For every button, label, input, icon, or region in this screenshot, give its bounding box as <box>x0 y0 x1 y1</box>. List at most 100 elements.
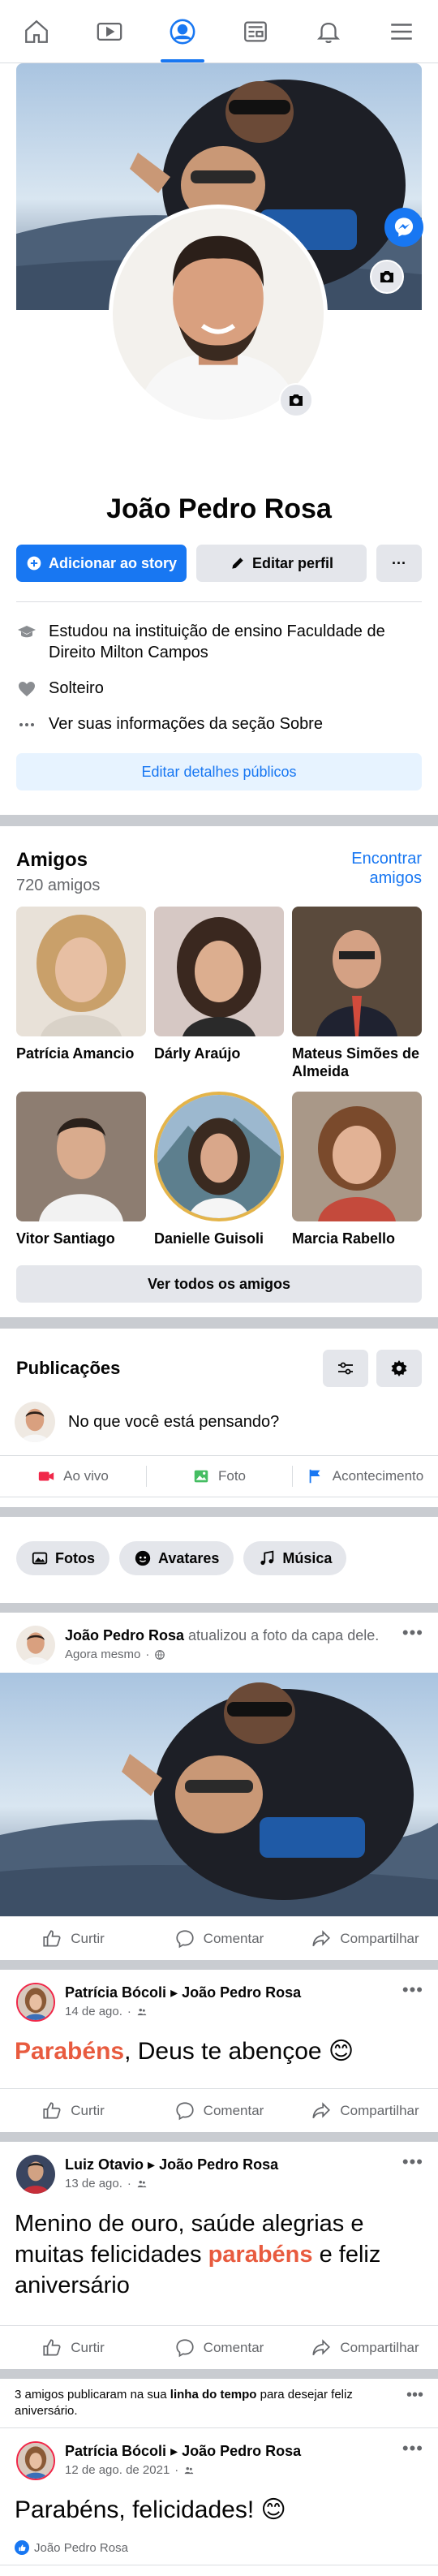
post-meta: Agora mesmo · <box>65 1645 393 1665</box>
comment-label: Comentar <box>203 2102 264 2118</box>
profile-header <box>0 63 438 437</box>
profile-camera-button[interactable] <box>279 383 313 417</box>
video-icon <box>97 22 122 41</box>
photo-label: Foto <box>217 1468 247 1484</box>
like-button[interactable]: Curtir <box>0 2337 146 2358</box>
photo-button[interactable]: Foto <box>146 1456 292 1497</box>
add-story-label: Adicionar ao story <box>48 554 178 571</box>
live-button[interactable]: Ao vivo <box>0 1456 146 1497</box>
find-friends-link[interactable]: Encontrar amigos <box>333 849 422 895</box>
thumbs-up-icon <box>43 2101 61 2119</box>
settings-button[interactable] <box>376 1350 422 1387</box>
post-author[interactable]: Patrícia Bócoli <box>65 2443 166 2459</box>
more-options-button[interactable]: ··· <box>376 545 422 582</box>
post-options-icon[interactable]: ••• <box>402 2152 423 2173</box>
post-target[interactable]: João Pedro Rosa <box>182 2443 301 2459</box>
post-actions: Curtir Comentar Compartilhar <box>0 2325 438 2369</box>
nav-video[interactable] <box>73 0 146 62</box>
friend-card[interactable]: Danielle Guisoli <box>154 1092 284 1247</box>
nav-menu[interactable] <box>365 0 438 62</box>
share-icon <box>312 2101 331 2118</box>
edit-profile-button[interactable]: Editar perfil <box>196 545 367 582</box>
like-button[interactable]: Curtir <box>0 2100 146 2122</box>
add-story-button[interactable]: Adicionar ao story <box>16 545 187 582</box>
share-icon <box>312 2338 331 2355</box>
reaction-summary[interactable]: João Pedro Rosa <box>0 2540 438 2565</box>
post-header: Patrícia Bócoli ▸ João Pedro Rosa 14 de … <box>0 1970 438 2030</box>
notice-text-bold[interactable]: linha do tempo <box>170 2388 257 2402</box>
plus-circle-icon <box>27 556 41 571</box>
section-divider <box>0 1317 438 1329</box>
messenger-button[interactable] <box>384 208 423 247</box>
nav-news[interactable] <box>219 0 292 62</box>
graduation-cap-icon <box>16 621 37 642</box>
notice-options-icon[interactable]: ••• <box>397 2387 423 2419</box>
photos-chip[interactable]: Fotos <box>16 1541 110 1575</box>
share-button[interactable]: Compartilhar <box>292 2100 438 2122</box>
composer-actions: Ao vivo Foto Acontecimento <box>0 1455 438 1497</box>
avatar[interactable] <box>16 1626 55 1665</box>
flag-icon <box>309 1469 320 1484</box>
nav-profile[interactable] <box>146 0 219 62</box>
post-options-icon[interactable]: ••• <box>402 2438 423 2459</box>
comment-button[interactable]: Comentar <box>146 2337 292 2358</box>
post-author[interactable]: Luiz Otavio <box>65 2156 144 2173</box>
avatar[interactable] <box>16 2155 55 2194</box>
edit-public-details-button[interactable]: Editar detalhes públicos <box>16 753 422 790</box>
friends-header: Amigos 720 amigos Encontrar amigos <box>0 826 438 895</box>
info-relationship: Solteiro <box>16 670 422 706</box>
post-author[interactable]: Patrícia Bócoli <box>65 1984 166 2001</box>
post-header: João Pedro Rosa atualizou a foto da capa… <box>0 1613 438 1673</box>
friend-name: Vitor Santiago <box>16 1230 115 1247</box>
post-target[interactable]: João Pedro Rosa <box>159 2156 278 2173</box>
avatar <box>15 1402 55 1442</box>
friend-card[interactable]: Patrícia Amancio <box>16 907 146 1080</box>
like-button[interactable]: Curtir <box>0 1928 146 1949</box>
post-arrow: ▸ <box>170 2443 178 2459</box>
post-target[interactable]: João Pedro Rosa <box>182 1984 301 2001</box>
friend-card[interactable]: Dárly Araújo <box>154 907 284 1080</box>
messenger-icon <box>394 218 414 237</box>
post-action-text: atualizou a foto da capa dele. <box>184 1627 380 1643</box>
publications-title: Publicações <box>16 1358 121 1378</box>
share-button[interactable]: Compartilhar <box>292 1928 438 1949</box>
nav-notifications[interactable] <box>292 0 365 62</box>
avatar[interactable] <box>16 1983 55 2022</box>
friend-card[interactable]: Mateus Simões de Almeida <box>292 907 422 1080</box>
filter-button[interactable] <box>323 1350 368 1387</box>
post-image[interactable] <box>0 1673 438 1916</box>
friend-name: Patrícia Amancio <box>16 1045 135 1062</box>
separator-dot: · <box>127 2005 131 2018</box>
friend-card[interactable]: Vitor Santiago <box>16 1092 146 1247</box>
post-header: Patrícia Bócoli ▸ João Pedro Rosa 12 de … <box>0 2428 438 2488</box>
post-author[interactable]: João Pedro Rosa <box>65 1627 184 1643</box>
publications-header: Publicações <box>0 1329 438 1395</box>
info-about[interactable]: Ver suas informações da seção Sobre <box>16 706 422 742</box>
more-options-label: ··· <box>392 554 406 571</box>
comment-button[interactable]: Comentar <box>146 1928 292 1949</box>
post-text-rest: , Deus te abençoe 😊 <box>124 2038 354 2065</box>
edit-profile-label: Editar perfil <box>251 554 334 571</box>
profile-info: Estudou na instituição de ensino Faculda… <box>0 605 438 742</box>
friends-audience-icon <box>137 2180 147 2188</box>
share-button[interactable]: Compartilhar <box>292 2337 438 2358</box>
post-time: 13 de ago. <box>65 2177 122 2190</box>
post-actions: Curtir Comentar Compartilhar <box>0 1916 438 1960</box>
share-label: Compartilhar <box>340 1930 419 1946</box>
comment-button[interactable]: Comentar <box>146 2100 292 2122</box>
nav-home[interactable] <box>0 0 73 62</box>
avatars-chip-label: Avatares <box>158 1549 220 1566</box>
image-icon <box>32 1552 48 1565</box>
avatars-chip[interactable]: Avatares <box>119 1541 234 1575</box>
post-arrow: ▸ <box>170 1984 178 2001</box>
see-all-friends-button[interactable]: Ver todos os amigos <box>16 1265 422 1303</box>
music-chip[interactable]: Música <box>243 1541 347 1575</box>
post-options-icon[interactable]: ••• <box>402 1979 423 2001</box>
friend-card[interactable]: Marcia Rabello <box>292 1092 422 1247</box>
post-options-icon[interactable]: ••• <box>402 1622 423 1643</box>
cover-camera-button[interactable] <box>370 260 404 294</box>
event-button[interactable]: Acontecimento <box>292 1456 438 1497</box>
avatar[interactable] <box>16 2441 55 2480</box>
avatar-face-icon <box>135 1550 151 1566</box>
post-composer[interactable]: No que você está pensando? <box>0 1395 438 1455</box>
